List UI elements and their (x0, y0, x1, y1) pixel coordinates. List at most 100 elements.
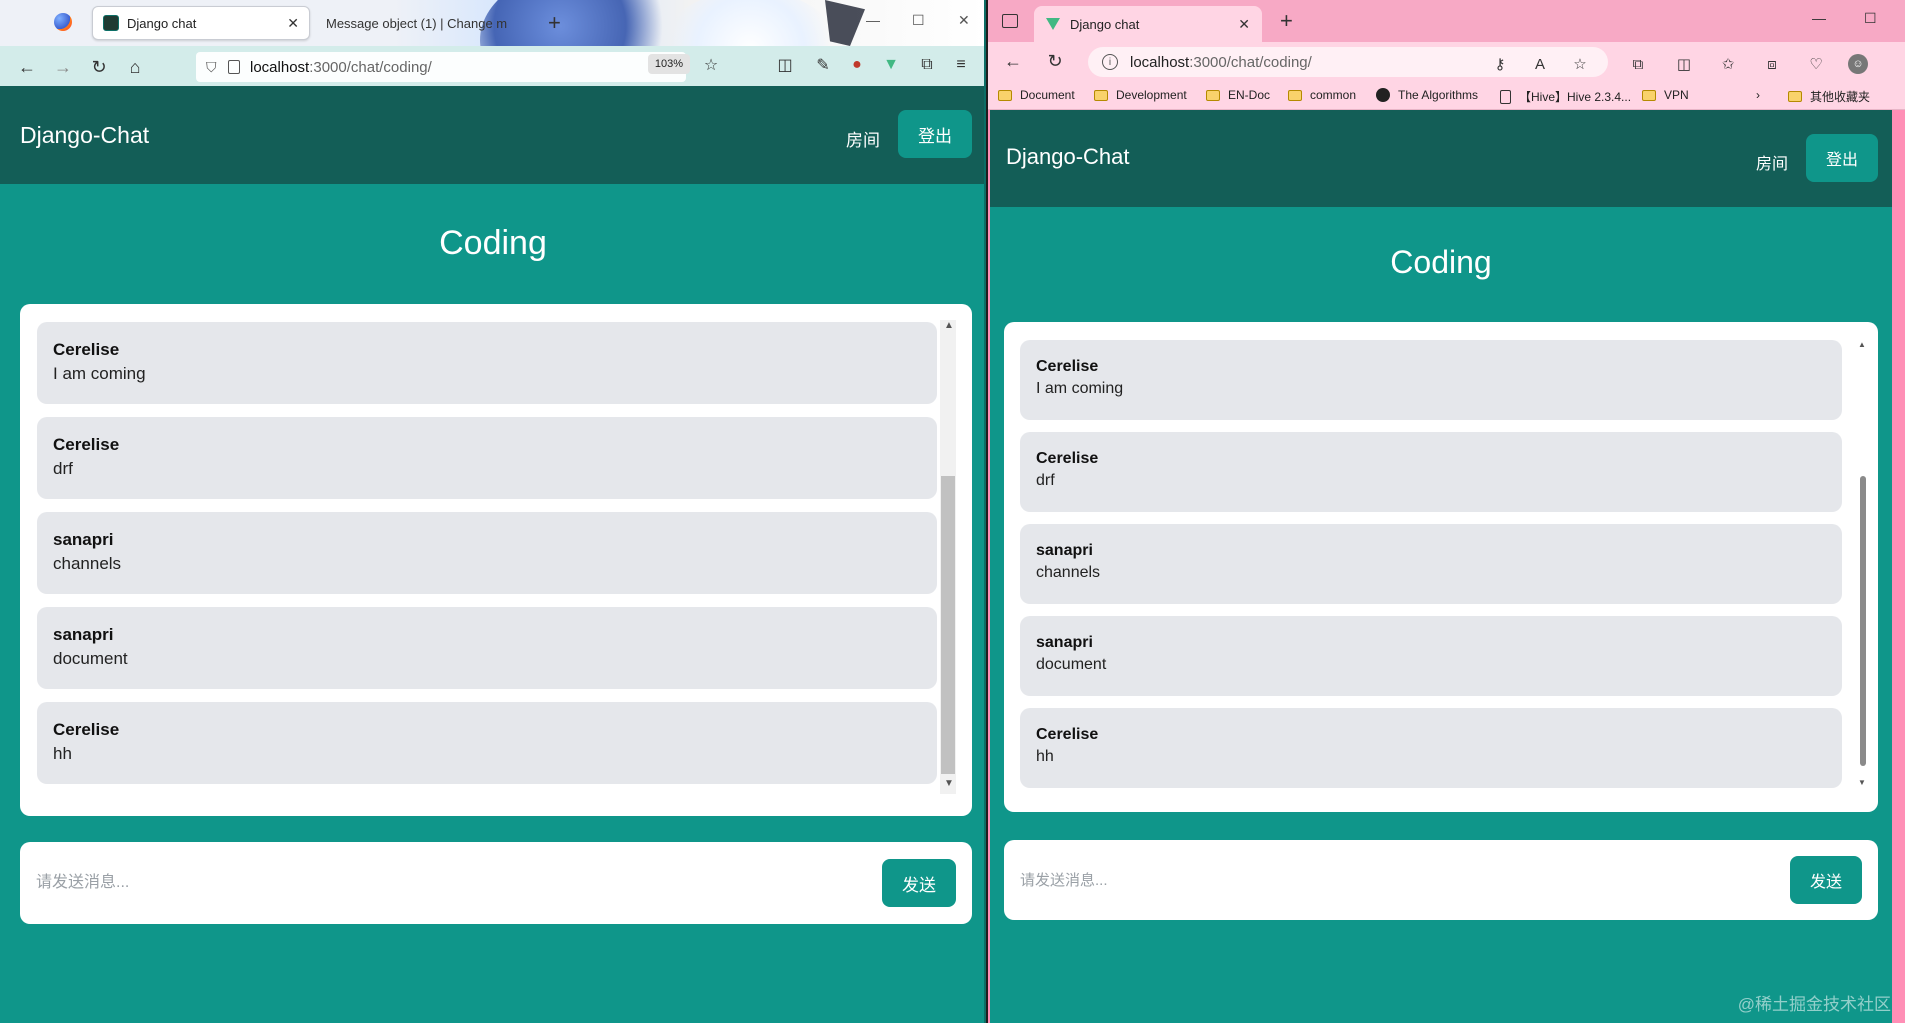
profile-avatar-icon[interactable]: ☺ (1848, 54, 1868, 74)
url-path: :3000/chat/coding/ (309, 58, 432, 76)
favorite-star-icon[interactable]: ☆ (1570, 54, 1590, 74)
message-author: Cerelise (53, 720, 120, 739)
page-info-icon[interactable] (228, 60, 240, 74)
scroll-down-icon[interactable]: ▼ (944, 778, 954, 789)
minimize-icon[interactable]: — (1812, 10, 1826, 26)
scroll-down-icon[interactable]: ▼ (1858, 778, 1866, 787)
logout-button[interactable]: 登出 (1806, 134, 1878, 182)
url-path: :3000/chat/coding/ (1189, 53, 1312, 71)
reload-icon[interactable]: ↻ (1044, 50, 1066, 72)
bookmark-development[interactable]: Development (1094, 88, 1187, 102)
firefox-view-icon[interactable] (54, 13, 72, 31)
close-icon[interactable]: ✕ (287, 15, 299, 32)
tab-django-chat[interactable]: Django chat ✕ (1034, 6, 1262, 42)
bookmark-the-algorithms[interactable]: The Algorithms (1376, 88, 1478, 102)
minimize-icon[interactable]: — (866, 12, 880, 28)
message-item: Cerelise drf (1020, 432, 1842, 512)
message-input[interactable] (1020, 865, 1760, 895)
message-item: Cerelise hh (1020, 708, 1842, 788)
message-author: Cerelise (53, 340, 120, 359)
bookmark-other-favorites[interactable]: 其他收藏夹 (1788, 88, 1870, 105)
message-form: 发送 (20, 842, 972, 924)
back-arrow-icon[interactable]: ← (16, 56, 38, 78)
chevron-right-icon[interactable]: › (1756, 88, 1760, 102)
send-button[interactable]: 发送 (882, 859, 956, 907)
maximize-icon[interactable]: ☐ (912, 12, 925, 29)
bookmark-star-icon[interactable]: ☆ (700, 54, 722, 76)
extensions-icon[interactable]: ⧉ (916, 54, 938, 76)
logout-button[interactable]: 登出 (898, 110, 972, 158)
message-text: channels (1036, 564, 1101, 581)
folder-icon (998, 89, 1012, 101)
zoom-level[interactable]: 103% (648, 54, 690, 74)
favorites-icon[interactable]: ✩ (1718, 54, 1738, 74)
collections-icon[interactable]: ⧈ (1762, 54, 1782, 74)
read-aloud-icon[interactable]: A (1530, 54, 1550, 74)
new-tab-button[interactable]: + (1280, 8, 1293, 34)
scroll-up-icon[interactable]: ▲ (944, 320, 954, 331)
folder-icon (1642, 89, 1656, 101)
scrollbar-thumb[interactable] (1860, 476, 1866, 766)
home-icon[interactable]: ⌂ (124, 56, 146, 78)
message-author: sanapri (53, 625, 114, 644)
devtools-icon[interactable]: ✎ (812, 54, 834, 76)
message-text: I am coming (1036, 380, 1124, 397)
close-window-icon[interactable]: ✕ (958, 12, 970, 29)
shield-icon[interactable]: ⛉ (206, 59, 220, 75)
folder-icon (1206, 89, 1220, 101)
split-screen-icon[interactable]: ◫ (1674, 54, 1694, 74)
message-text: document (1036, 656, 1107, 673)
address-bar[interactable]: ⛉ localhost :3000/chat/coding/ (196, 52, 686, 82)
watermark: @稀土掘金技术社区 (1737, 995, 1891, 1014)
scroll-up-icon[interactable]: ▲ (1858, 340, 1866, 349)
message-list[interactable]: Cerelise I am coming Cerelise drf sanapr… (1004, 322, 1878, 812)
room-title: Coding (439, 224, 547, 262)
url-host: localhost (250, 58, 310, 76)
forward-arrow-icon[interactable]: → (52, 56, 74, 78)
close-icon[interactable]: ✕ (1238, 16, 1250, 33)
pocket-icon[interactable]: ◫ (774, 54, 796, 76)
bookmark-common[interactable]: common (1288, 88, 1356, 102)
firefox-window: Django chat ✕ Message object (1) | Chang… (0, 0, 986, 1023)
browser-essentials-icon[interactable]: ♡ (1806, 54, 1826, 74)
tab-actions-icon[interactable] (1002, 14, 1018, 28)
nav-rooms-link[interactable]: 房间 (846, 126, 880, 151)
theme-art (660, 0, 840, 46)
back-arrow-icon[interactable]: ← (1002, 50, 1024, 72)
nav-rooms-link[interactable]: 房间 (1756, 150, 1788, 174)
key-icon[interactable]: ⚷ (1490, 54, 1510, 74)
message-input[interactable] (36, 868, 856, 898)
edge-window: Django chat ✕ + — ☐ ← ↻ i localhost :300… (988, 0, 1905, 1023)
scrollbar-thumb[interactable] (941, 476, 955, 774)
bookmark-vpn[interactable]: VPN (1642, 88, 1689, 102)
reload-icon[interactable]: ↻ (88, 56, 110, 78)
bookmark-hive[interactable]: 【Hive】Hive 2.3.4... (1500, 88, 1631, 105)
extension-icon[interactable]: ● (846, 54, 868, 76)
tab-message-object[interactable]: Message object (1) | Change m (316, 6, 526, 40)
site-info-icon[interactable]: i (1102, 54, 1118, 70)
github-icon (1376, 88, 1390, 102)
message-text: channels (53, 554, 122, 573)
new-tab-button[interactable]: + (548, 10, 561, 36)
message-item: sanapri channels (37, 512, 937, 594)
message-author: Cerelise (1036, 358, 1099, 375)
bookmark-en-doc[interactable]: EN-Doc (1206, 88, 1270, 102)
message-item: sanapri document (1020, 616, 1842, 696)
message-text: hh (1036, 748, 1054, 765)
extensions-icon[interactable]: ⧉ (1628, 54, 1648, 74)
message-list[interactable]: Cerelise I am coming Cerelise drf sanapr… (20, 304, 972, 816)
bookmark-document[interactable]: Document (998, 88, 1075, 102)
brand-logo[interactable]: Django-Chat (1006, 144, 1130, 170)
page-viewport: Django-Chat 房间 登出 Coding Cerelise I am c… (990, 110, 1892, 1023)
send-button[interactable]: 发送 (1790, 856, 1862, 904)
vue-favicon-icon (1046, 18, 1060, 30)
vue-devtools-icon[interactable]: ▼ (880, 54, 902, 76)
edge-nav-bar: ← ↻ i localhost :3000/chat/coding/ ⚷ A ☆… (988, 42, 1905, 82)
tab-label: Django chat (127, 15, 197, 31)
url-host: localhost (1130, 53, 1190, 71)
message-text: I am coming (53, 364, 146, 383)
maximize-icon[interactable]: ☐ (1864, 10, 1877, 27)
brand-logo[interactable]: Django-Chat (20, 122, 149, 149)
tab-django-chat[interactable]: Django chat ✕ (92, 6, 310, 40)
menu-icon[interactable]: ≡ (950, 54, 972, 76)
